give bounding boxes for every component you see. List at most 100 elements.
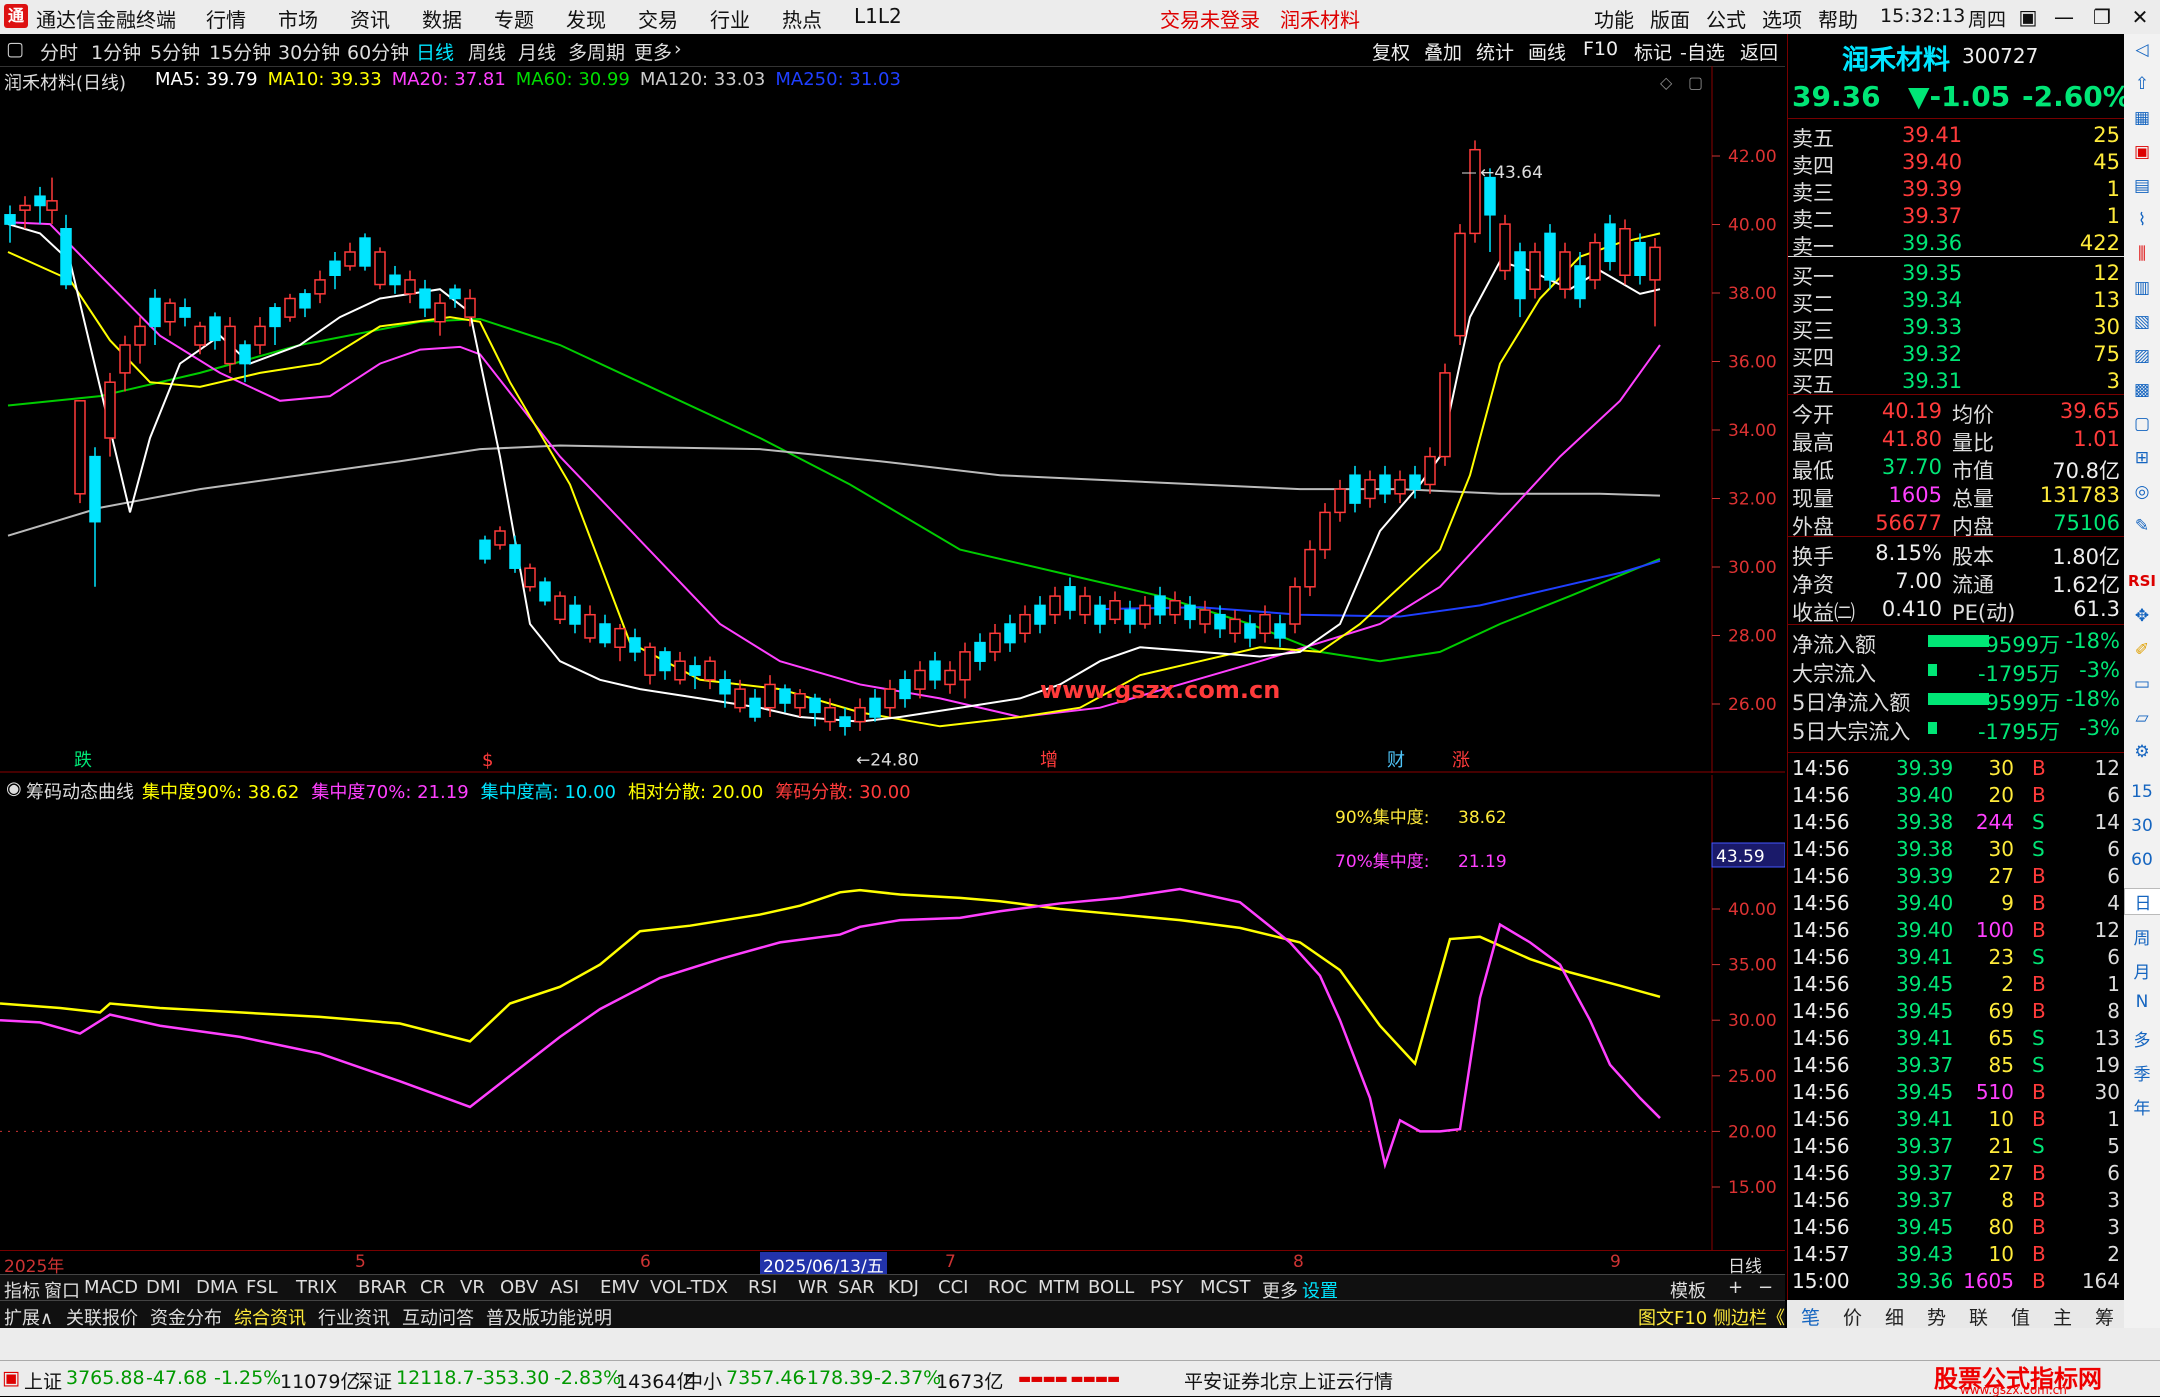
period-15min[interactable]: 15分钟 bbox=[209, 38, 271, 65]
sidebar-fz-icon[interactable]: ▢ bbox=[2124, 414, 2160, 434]
sidebar-60[interactable]: 60 bbox=[2124, 850, 2160, 870]
period-30min[interactable]: 30分钟 bbox=[278, 38, 340, 65]
add-icon[interactable]: + bbox=[1728, 1277, 1743, 1298]
btn-tongji[interactable]: 统计 bbox=[1476, 38, 1514, 65]
menu-bangzhu[interactable]: 帮助 bbox=[1818, 4, 1858, 33]
quote-tab-1[interactable]: 价 bbox=[1843, 1303, 1862, 1330]
window-menu-icon[interactable]: ▣ bbox=[2010, 2, 2046, 32]
sidebar-hot-icon[interactable]: ▣ bbox=[2124, 142, 2160, 162]
period-more[interactable]: 更多 bbox=[634, 38, 672, 65]
indicator-tab-18[interactable]: CCI bbox=[938, 1277, 968, 1298]
indicator-tab-6[interactable]: TRIX bbox=[296, 1277, 337, 1298]
menu-xuanxiang[interactable]: 选项 bbox=[1762, 4, 1802, 33]
indicator-tab-2[interactable]: MACD bbox=[84, 1277, 138, 1298]
btn-fanhui[interactable]: 返回 bbox=[1740, 38, 1778, 65]
indicator-tab-16[interactable]: SAR bbox=[838, 1277, 875, 1298]
indicator-tab-7[interactable]: BRAR bbox=[358, 1277, 407, 1298]
tab-qa[interactable]: 互动问答 bbox=[402, 1304, 474, 1330]
bid-row[interactable]: 买一 39.35 12 bbox=[1792, 260, 2120, 289]
indicator-tab-13[interactable]: VOL-TDX bbox=[650, 1277, 728, 1298]
sidebar-kline-icon[interactable]: ⫼ bbox=[2124, 244, 2160, 264]
btn-zixuan[interactable]: -自选 bbox=[1680, 38, 1725, 65]
status-sz-label[interactable]: 深证 bbox=[354, 1367, 392, 1394]
sidebar-week[interactable]: 周 bbox=[2124, 924, 2160, 949]
menu-gongneng[interactable]: 功能 bbox=[1594, 4, 1634, 33]
btn-diejia[interactable]: 叠加 bbox=[1424, 38, 1462, 65]
indicator-tab-8[interactable]: CR bbox=[420, 1277, 445, 1298]
indicator-tab-21[interactable]: BOLL bbox=[1088, 1277, 1134, 1298]
sidebar-30[interactable]: 30 bbox=[2124, 816, 2160, 836]
menu-shichang[interactable]: 市场 bbox=[278, 4, 318, 33]
indicator-tab-5[interactable]: FSL bbox=[246, 1277, 278, 1298]
sidebar-bell-icon[interactable]: ✎ bbox=[2124, 516, 2160, 536]
quote-tab-2[interactable]: 细 bbox=[1885, 1303, 1904, 1330]
quote-tab-0[interactable]: 笔 bbox=[1801, 1303, 1820, 1330]
menu-redian[interactable]: 热点 bbox=[782, 4, 822, 33]
sidebar-n[interactable]: N bbox=[2124, 992, 2160, 1012]
bid-row[interactable]: 买四 39.32 75 bbox=[1792, 341, 2120, 370]
btn-f10[interactable]: F10 bbox=[1583, 38, 1618, 60]
quote-tab-6[interactable]: 主 bbox=[2053, 1303, 2072, 1330]
period-week[interactable]: 周线 bbox=[468, 38, 506, 65]
menu-banmian[interactable]: 版面 bbox=[1650, 4, 1690, 33]
indicator-tab-20[interactable]: MTM bbox=[1038, 1277, 1080, 1298]
quote-tab-4[interactable]: 联 bbox=[1969, 1303, 1988, 1330]
quote-tab-3[interactable]: 势 bbox=[1927, 1303, 1946, 1330]
menu-zixun[interactable]: 资讯 bbox=[350, 4, 390, 33]
menu-gongshi[interactable]: 公式 bbox=[1706, 4, 1746, 33]
quote-tab-7[interactable]: 筹 bbox=[2095, 1303, 2114, 1330]
ask-row[interactable]: 卖二 39.37 1 bbox=[1792, 203, 2120, 232]
sidebar-f10-icon[interactable]: ▧ bbox=[2124, 312, 2160, 332]
indicator-tab-12[interactable]: EMV bbox=[600, 1277, 639, 1298]
login-status[interactable]: 交易未登录 bbox=[1160, 4, 1260, 33]
sidebar-day[interactable]: 日 bbox=[2124, 888, 2160, 915]
chevron-right-icon[interactable]: › bbox=[674, 38, 682, 60]
sidebar-rect-icon[interactable]: ▭ bbox=[2124, 674, 2160, 694]
indicator-panel[interactable]: 40.00 35.00 30.00 25.00 20.00 15.00 90%集中度: 38.… bbox=[0, 775, 1785, 1250]
indicator-tab-4[interactable]: DMA bbox=[196, 1277, 238, 1298]
indicator-tab-15[interactable]: WR bbox=[798, 1277, 828, 1298]
indicator-tab-11[interactable]: ASI bbox=[550, 1277, 579, 1298]
sidebar-up-icon[interactable]: ⇧ bbox=[2124, 74, 2160, 94]
bid-row[interactable]: 买二 39.34 13 bbox=[1792, 287, 2120, 316]
sidebar-line-icon[interactable]: ⌇ bbox=[2124, 210, 2160, 230]
sidebar-gear-icon[interactable]: ⚙ bbox=[2124, 742, 2160, 762]
indicator-tab-17[interactable]: KDJ bbox=[888, 1277, 919, 1298]
sidebar-multi[interactable]: 多 bbox=[2124, 1026, 2160, 1051]
sidebar-table-icon[interactable]: ▤ bbox=[2124, 176, 2160, 196]
tab-expand[interactable]: 扩展∧ bbox=[4, 1304, 53, 1330]
close-icon[interactable]: ✕ bbox=[2122, 2, 2158, 32]
menu-hangye[interactable]: 行业 bbox=[710, 4, 750, 33]
kline-chart-panel[interactable]: 42.00 40.00 38.00 36.00 34.00 32.00 30.00 28.00… bbox=[0, 66, 1785, 773]
status-zx-label[interactable]: 中小 bbox=[684, 1367, 722, 1394]
tab-related-quote[interactable]: 关联报价 bbox=[66, 1304, 138, 1330]
sidebar-chain-icon[interactable]: ⊞ bbox=[2124, 448, 2160, 468]
indicator-tab-19[interactable]: ROC bbox=[988, 1277, 1027, 1298]
bid-row[interactable]: 买五 39.31 3 bbox=[1792, 368, 2120, 397]
menu-zhuanti[interactable]: 专题 bbox=[494, 4, 534, 33]
tab-industry-news[interactable]: 行业资讯 bbox=[318, 1304, 390, 1330]
period-month[interactable]: 月线 bbox=[518, 38, 556, 65]
sidebar-grid-icon[interactable]: ▦ bbox=[2124, 108, 2160, 128]
period-1min[interactable]: 1分钟 bbox=[91, 38, 141, 65]
sidebar-year[interactable]: 年 bbox=[2124, 1094, 2160, 1119]
sidebar-fs-icon[interactable]: ▱ bbox=[2124, 708, 2160, 728]
indicator-tab-3[interactable]: DMI bbox=[146, 1277, 181, 1298]
sidebar-month[interactable]: 月 bbox=[2124, 958, 2160, 983]
ask-row[interactable]: 卖五 39.41 25 bbox=[1792, 122, 2120, 151]
collapse-icon[interactable]: ▢ bbox=[6, 38, 24, 60]
ask-row[interactable]: 卖一 39.36 422 bbox=[1792, 230, 2120, 259]
sidebar-news-icon[interactable]: ▥ bbox=[2124, 278, 2160, 298]
period-day[interactable]: 日线 bbox=[416, 38, 454, 65]
period-60min[interactable]: 60分钟 bbox=[347, 38, 409, 65]
sidebar-doc-icon[interactable]: ▨ bbox=[2124, 346, 2160, 366]
sidebar-expand-icon[interactable]: ◁ bbox=[2124, 40, 2160, 60]
indicator-tab-9[interactable]: VR bbox=[460, 1277, 485, 1298]
tab-fund-distribution[interactable]: 资金分布 bbox=[150, 1304, 222, 1330]
tab-f10-sidebar[interactable]: 图文F10 侧边栏《 bbox=[1638, 1304, 1785, 1330]
period-5min[interactable]: 5分钟 bbox=[150, 38, 200, 65]
ask-row[interactable]: 卖四 39.40 45 bbox=[1792, 149, 2120, 178]
indicator-chart-svg[interactable]: 40.00 35.00 30.00 25.00 20.00 15.00 90%集中度: 38.… bbox=[0, 775, 1785, 1250]
indicator-icon[interactable]: ◉ bbox=[6, 778, 22, 799]
restore-icon[interactable]: ❐ bbox=[2084, 2, 2120, 32]
